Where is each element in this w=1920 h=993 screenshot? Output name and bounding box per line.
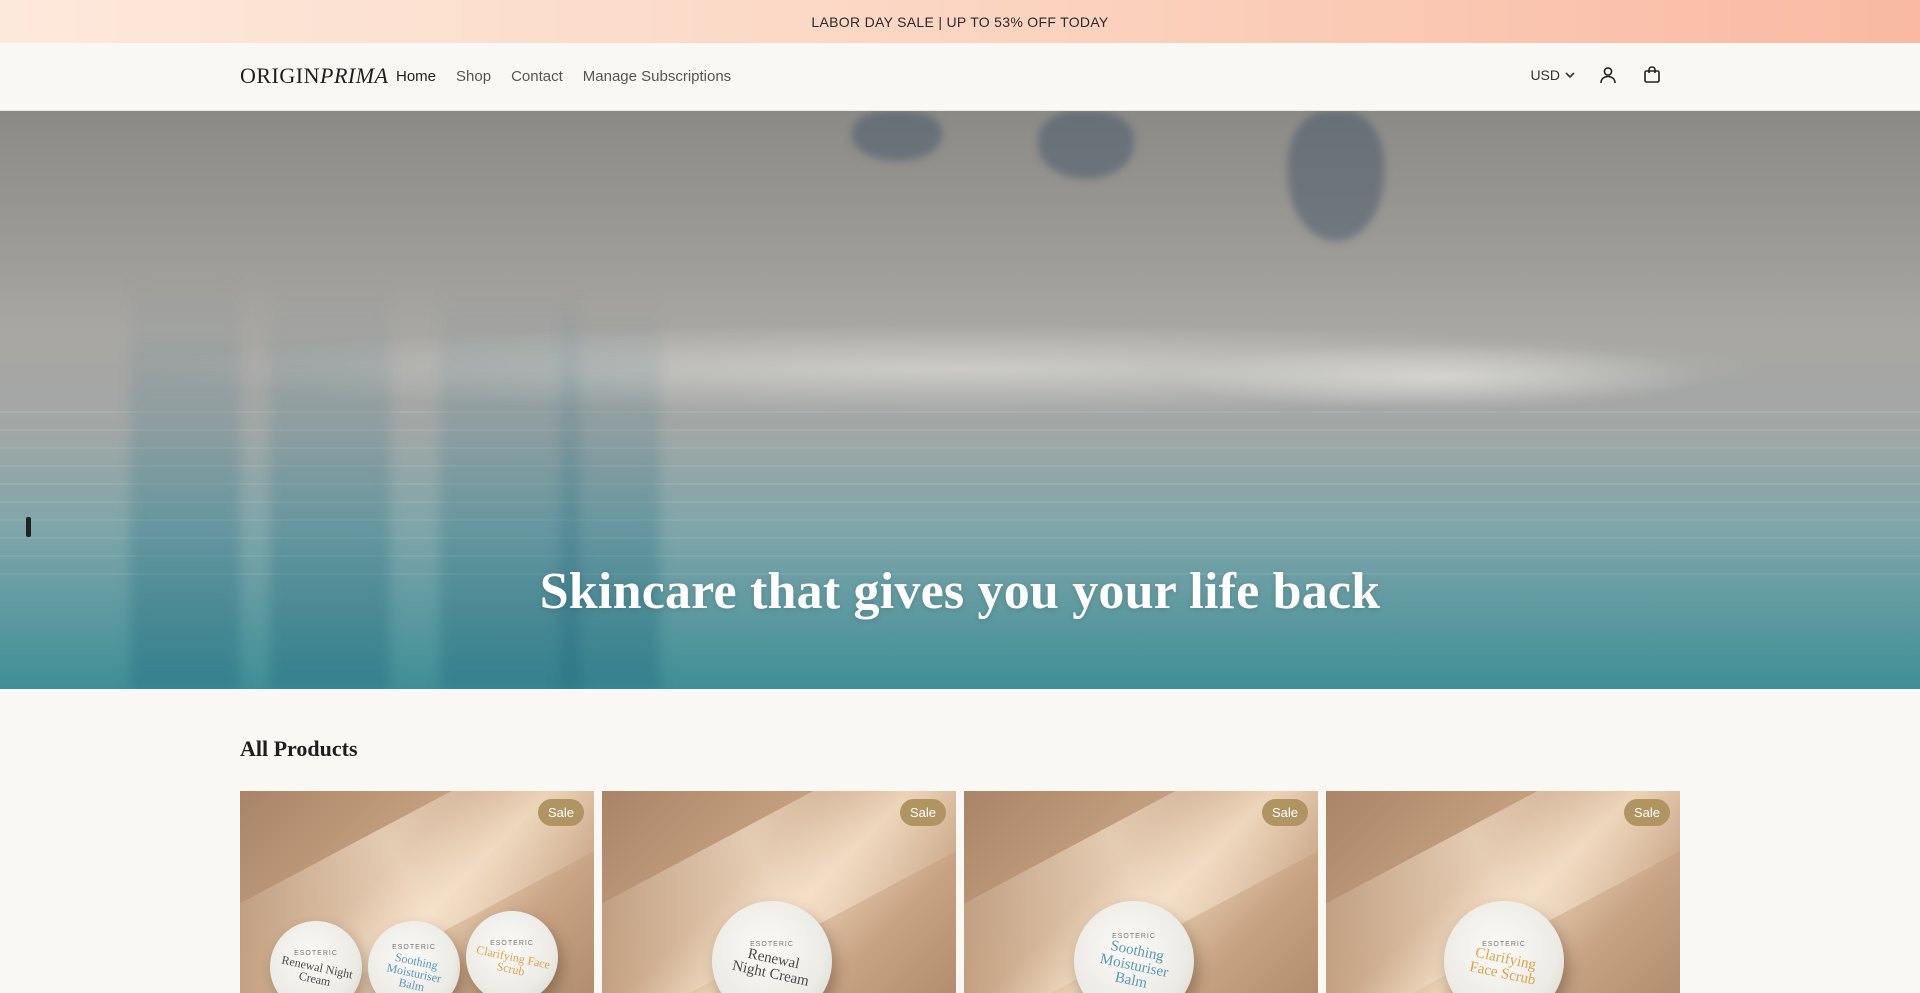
hero-image-detail — [1038, 111, 1134, 179]
announcement-text: LABOR DAY SALE | UP TO 53% OFF TODAY — [811, 13, 1109, 30]
hero-title: Skincare that gives you your life back — [539, 563, 1381, 620]
sale-badge: Sale — [899, 799, 946, 826]
sale-badge: Sale — [1623, 799, 1670, 826]
nav-manage-subscriptions[interactable]: Manage Subscriptions — [583, 68, 731, 85]
tin-name: Soothing Moisturiser Balm — [1098, 937, 1170, 992]
product-card[interactable]: ESOTERIC Soothing Moisturiser Balm Sale — [964, 791, 1318, 993]
hero-image-detail — [560, 291, 660, 689]
hero-banner: Skincare that gives you your life back — [0, 111, 1920, 689]
hero-image-detail — [852, 111, 942, 161]
account-button[interactable] — [1596, 63, 1620, 87]
hero-image-figure — [26, 517, 31, 537]
product-card[interactable]: ESOTERIC Clarifying Face Scrub Sale — [1326, 791, 1680, 993]
tin-name: Clarifying Face Scrub — [1468, 944, 1538, 989]
announcement-bar: LABOR DAY SALE | UP TO 53% OFF TODAY — [0, 0, 1920, 43]
tin-name: Soothing Moisturiser Balm — [385, 949, 443, 993]
cart-icon — [1644, 66, 1660, 83]
nav-contact[interactable]: Contact — [511, 68, 563, 85]
all-products-heading: All Products — [240, 736, 358, 761]
product-card[interactable]: ESOTERIC Renewal Night Cream Sale — [602, 791, 956, 993]
logo-part-1: ORIGIN — [240, 63, 320, 88]
hero-image-detail — [440, 281, 580, 689]
nav-shop[interactable]: Shop — [456, 68, 491, 85]
tin-brand: ESOTERIC — [490, 939, 534, 947]
main-nav: Home Shop Contact Manage Subscriptions — [396, 68, 731, 85]
nav-home[interactable]: Home — [396, 68, 436, 85]
hero-image-detail — [270, 281, 390, 689]
tin-name: Renewal Night Cream — [280, 952, 355, 989]
product-grid: ESOTERIC Renewal Night Cream ESOTERIC So… — [240, 791, 1680, 993]
logo-part-2: PRIMA — [320, 63, 389, 88]
currency-selector[interactable]: USD — [1530, 67, 1576, 83]
site-logo[interactable]: ORIGINPRIMA — [240, 63, 388, 89]
hero-image-detail — [130, 271, 240, 689]
currency-label: USD — [1530, 67, 1560, 83]
cart-button[interactable] — [1640, 63, 1664, 87]
hero-image-detail — [1288, 111, 1384, 241]
sale-badge: Sale — [537, 799, 584, 826]
product-card[interactable]: ESOTERIC Renewal Night Cream ESOTERIC So… — [240, 791, 594, 993]
product-tin: ESOTERIC Clarifying Face Scrub — [466, 911, 558, 993]
sale-badge: Sale — [1261, 799, 1308, 826]
tin-name: Renewal Night Cream — [730, 945, 811, 990]
chevron-down-icon — [1565, 72, 1575, 79]
site-header: ORIGINPRIMA Home Shop Contact Manage Sub… — [0, 43, 1920, 111]
account-icon — [1600, 67, 1616, 84]
tin-brand: ESOTERIC — [294, 949, 338, 957]
tin-name: Clarifying Face Scrub — [475, 941, 552, 979]
header-actions: USD — [1530, 63, 1664, 87]
